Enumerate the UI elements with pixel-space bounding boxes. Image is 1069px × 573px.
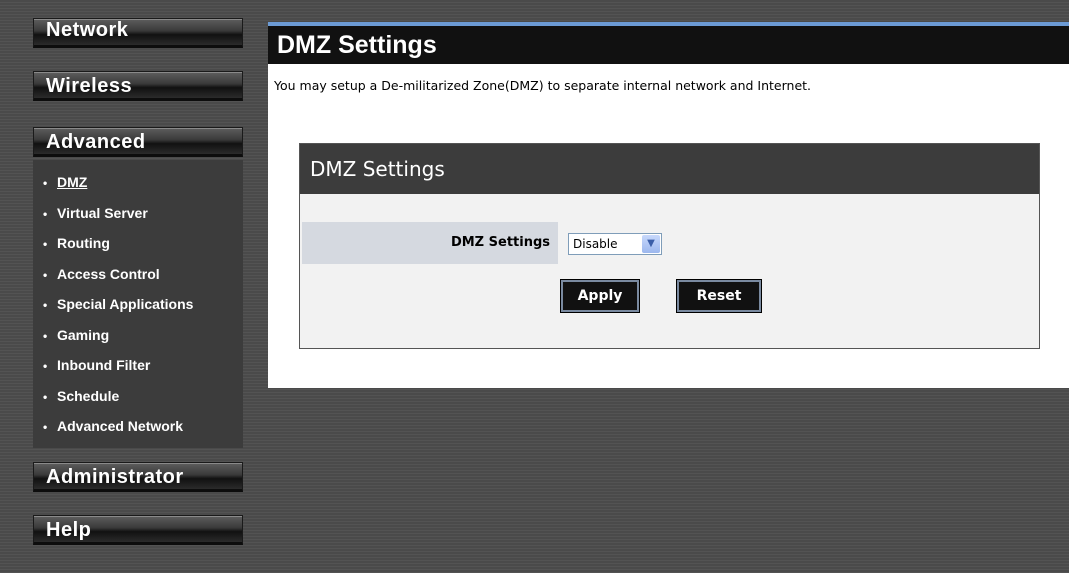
nav-advanced-button[interactable]: Advanced xyxy=(33,127,243,157)
apply-button[interactable]: Apply xyxy=(560,279,640,313)
bullet-icon: • xyxy=(43,359,48,373)
nav-help-button[interactable]: Help xyxy=(33,515,243,545)
chevron-down-icon[interactable]: ▼ xyxy=(642,235,660,253)
bullet-icon: • xyxy=(43,420,48,434)
bullet-icon: • xyxy=(43,237,48,251)
submenu-item-inbound-filter[interactable]: • Inbound Filter xyxy=(43,355,243,386)
submenu-item-advanced-network[interactable]: • Advanced Network xyxy=(43,416,243,447)
nav-network-button[interactable]: Network xyxy=(33,18,243,48)
dmz-settings-box: DMZ Settings DMZ Settings Disable ▼ Appl… xyxy=(299,143,1040,349)
dmz-settings-value: Disable xyxy=(573,237,618,251)
bullet-icon: • xyxy=(43,389,48,404)
bullet-icon: • xyxy=(43,298,48,312)
nav-wireless-button[interactable]: Wireless xyxy=(33,71,243,101)
dmz-settings-select[interactable]: Disable ▼ xyxy=(568,233,662,255)
submenu-item-schedule[interactable]: • Schedule xyxy=(43,386,243,417)
submenu-item-gaming[interactable]: • Gaming xyxy=(43,325,243,356)
bullet-icon: • xyxy=(43,206,48,221)
submenu-link-dmz[interactable]: DMZ xyxy=(57,174,87,190)
submenu-item-routing[interactable]: • Routing xyxy=(43,233,243,264)
submenu-link-special-applications[interactable]: Special Applications xyxy=(57,296,193,312)
dmz-settings-label: DMZ Settings xyxy=(302,222,558,264)
content-panel: You may setup a De-militarized Zone(DMZ)… xyxy=(268,64,1069,388)
sidebar: Network Wireless Advanced • DMZ • Virtual … xyxy=(0,0,262,573)
nav-administrator-button[interactable]: Administrator xyxy=(33,462,243,492)
submenu-item-dmz[interactable]: • DMZ xyxy=(43,172,243,203)
submenu-link-routing[interactable]: Routing xyxy=(57,235,110,251)
submenu-item-access-control[interactable]: • Access Control xyxy=(43,264,243,295)
advanced-submenu: • DMZ • Virtual Server • Routing • Access Co… xyxy=(33,160,243,448)
page-title: DMZ Settings xyxy=(268,22,1069,64)
submenu-link-virtual-server[interactable]: Virtual Server xyxy=(57,205,148,221)
submenu-link-inbound-filter[interactable]: Inbound Filter xyxy=(57,357,150,373)
bullet-icon: • xyxy=(43,328,48,343)
submenu-link-advanced-network[interactable]: Advanced Network xyxy=(57,418,183,434)
reset-button[interactable]: Reset xyxy=(676,279,762,313)
intro-text: You may setup a De-militarized Zone(DMZ)… xyxy=(274,78,812,93)
submenu-item-virtual-server[interactable]: • Virtual Server xyxy=(43,203,243,234)
main-content: DMZ Settings You may setup a De-militari… xyxy=(268,22,1069,388)
submenu-link-access-control[interactable]: Access Control xyxy=(57,266,160,282)
submenu-link-schedule[interactable]: Schedule xyxy=(57,388,119,404)
submenu-link-gaming[interactable]: Gaming xyxy=(57,327,109,343)
submenu-item-special-applications[interactable]: • Special Applications xyxy=(43,294,243,325)
bullet-icon: • xyxy=(43,176,48,190)
bullet-icon: • xyxy=(43,267,48,282)
box-title: DMZ Settings xyxy=(300,144,1039,194)
